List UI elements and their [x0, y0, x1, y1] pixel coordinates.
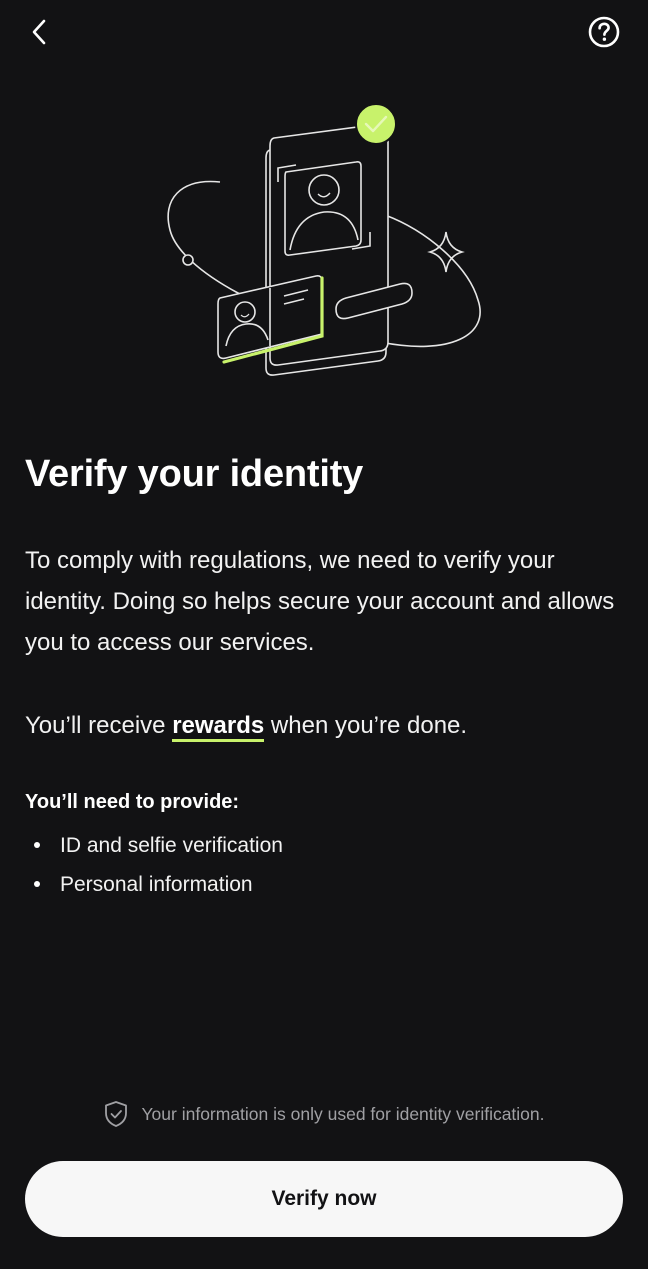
top-bar — [0, 0, 648, 64]
privacy-note: Your information is only used for identi… — [0, 1096, 648, 1132]
list-item-label: Personal information — [60, 873, 253, 896]
privacy-text: Your information is only used for identi… — [141, 1103, 545, 1124]
question-circle-icon — [588, 16, 620, 48]
bullet-icon — [34, 842, 40, 848]
check-badge — [355, 103, 397, 145]
requirements-list: ID and selfie verification Personal info… — [25, 826, 283, 904]
bullet-icon — [34, 881, 40, 887]
requirements-title: You’ll need to provide: — [25, 791, 240, 813]
shield-check-icon — [105, 1101, 128, 1127]
help-button[interactable] — [584, 12, 624, 52]
verify-now-button[interactable]: Verify now — [25, 1161, 623, 1237]
list-item: ID and selfie verification — [25, 826, 283, 865]
page-title: Verify your identity — [25, 453, 364, 495]
identity-verification-illustration — [167, 103, 481, 376]
orbit-dot — [182, 254, 194, 266]
rewards-link[interactable]: rewards — [172, 712, 265, 742]
rewards-suffix: when you’re done. — [264, 712, 468, 739]
chevron-left-icon — [32, 19, 46, 45]
list-item: Personal information — [25, 865, 283, 904]
rewards-line: You’ll receive rewards when you’re done. — [25, 705, 467, 746]
rewards-prefix: You’ll receive — [25, 712, 173, 739]
list-item-label: ID and selfie verification — [60, 834, 283, 857]
page-description: To comply with regulations, we need to v… — [25, 547, 615, 656]
back-button[interactable] — [22, 12, 58, 52]
